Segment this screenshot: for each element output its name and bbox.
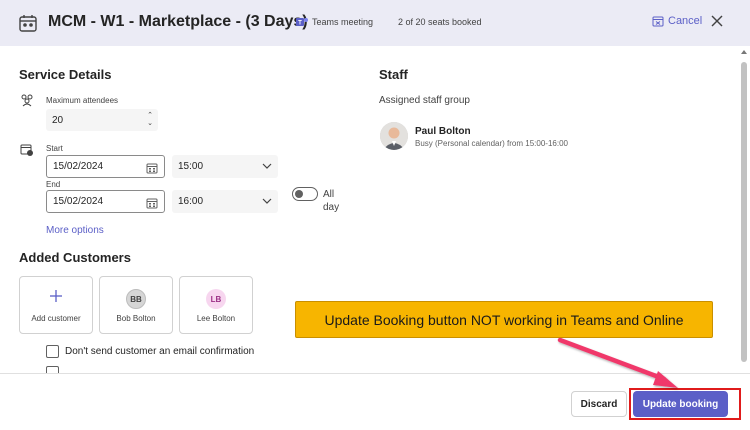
customer-card-lee[interactable]: LB Lee Bolton — [179, 276, 253, 334]
person-photo-icon — [380, 122, 408, 150]
attendees-stepper[interactable]: ⌃ ⌄ — [147, 112, 153, 128]
end-time-select[interactable]: 16:00 — [172, 190, 278, 213]
chevron-up-icon[interactable]: ⌃ — [147, 112, 153, 120]
calendar-icon[interactable] — [146, 162, 158, 174]
seats-booked-count: 2 of 20 seats booked — [398, 17, 482, 27]
plus-icon — [50, 290, 62, 302]
staff-avatar — [380, 122, 408, 150]
max-attendees-value: 20 — [52, 114, 64, 126]
dialog-title: MCM - W1 - Marketplace - (3 Days) — [48, 13, 308, 30]
no-email-label: Don't send customer an email confirmatio… — [65, 346, 255, 357]
customer-avatar: LB — [206, 289, 226, 309]
start-time-select[interactable]: 15:00 — [172, 155, 278, 178]
annotation-arrow — [557, 337, 678, 388]
all-day-toggle[interactable] — [292, 187, 318, 201]
customer-avatar: BB — [126, 289, 146, 309]
update-booking-button[interactable]: Update booking — [633, 391, 728, 417]
customer-name: Bob Bolton — [116, 314, 156, 323]
staff-member-status: Busy (Personal calendar) from 15:00-16:0… — [415, 139, 568, 148]
group-event-icon — [19, 15, 37, 32]
cancel-event-button[interactable]: Cancel — [652, 15, 702, 27]
add-customer-button[interactable]: Add customer — [19, 276, 93, 334]
cancel-label: Cancel — [668, 15, 703, 27]
dialog-footer: Discard Update booking — [0, 374, 750, 430]
people-icon — [21, 94, 33, 107]
end-date-input[interactable]: 15/02/2024 — [46, 190, 165, 213]
start-label: Start — [46, 144, 63, 153]
customer-name: Lee Bolton — [196, 314, 236, 323]
end-time-value: 16:00 — [178, 196, 204, 207]
end-label: End — [46, 180, 61, 189]
end-date-value: 15/02/2024 — [53, 196, 104, 207]
customer-card-bob[interactable]: BB Bob Bolton — [99, 276, 173, 334]
teams-icon: T — [296, 18, 308, 27]
teams-meeting-label: Teams meeting — [312, 17, 374, 27]
start-date-value: 15/02/2024 — [53, 161, 104, 172]
chevron-down-icon[interactable] — [262, 163, 272, 169]
calendar-clock-icon — [20, 144, 33, 156]
dialog-header: MCM - W1 - Marketplace - (3 Days) T Team… — [0, 0, 750, 46]
scrollbar[interactable] — [740, 48, 748, 414]
calendar-icon[interactable] — [146, 197, 158, 209]
toggle-knob — [295, 190, 303, 198]
close-icon[interactable] — [709, 13, 725, 29]
max-attendees-label: Maximum attendees — [46, 96, 119, 105]
staff-heading: Staff — [379, 67, 408, 82]
scrollbar-thumb[interactable] — [741, 62, 747, 362]
chevron-down-icon[interactable] — [262, 198, 272, 204]
all-day-label: All day — [323, 189, 340, 213]
no-email-checkbox[interactable] — [46, 345, 59, 358]
scroll-up-icon[interactable] — [741, 50, 747, 54]
chevron-down-icon[interactable]: ⌄ — [147, 120, 153, 128]
staff-member-name: Paul Bolton — [415, 126, 471, 137]
start-date-input[interactable]: 15/02/2024 — [46, 155, 165, 178]
max-attendees-input[interactable]: 20 ⌃ ⌄ — [46, 109, 158, 131]
svg-text:T: T — [298, 21, 302, 27]
calendar-cancel-icon — [652, 16, 664, 27]
discard-button[interactable]: Discard — [571, 391, 627, 417]
add-customer-label: Add customer — [31, 314, 81, 323]
service-details-heading: Service Details — [19, 67, 112, 82]
more-options-link[interactable]: More options — [46, 225, 104, 236]
assigned-staff-group-label: Assigned staff group — [379, 95, 470, 106]
added-customers-heading: Added Customers — [19, 250, 131, 265]
annotation-callout: Update Booking button NOT working in Tea… — [295, 301, 713, 338]
start-time-value: 15:00 — [178, 161, 204, 172]
